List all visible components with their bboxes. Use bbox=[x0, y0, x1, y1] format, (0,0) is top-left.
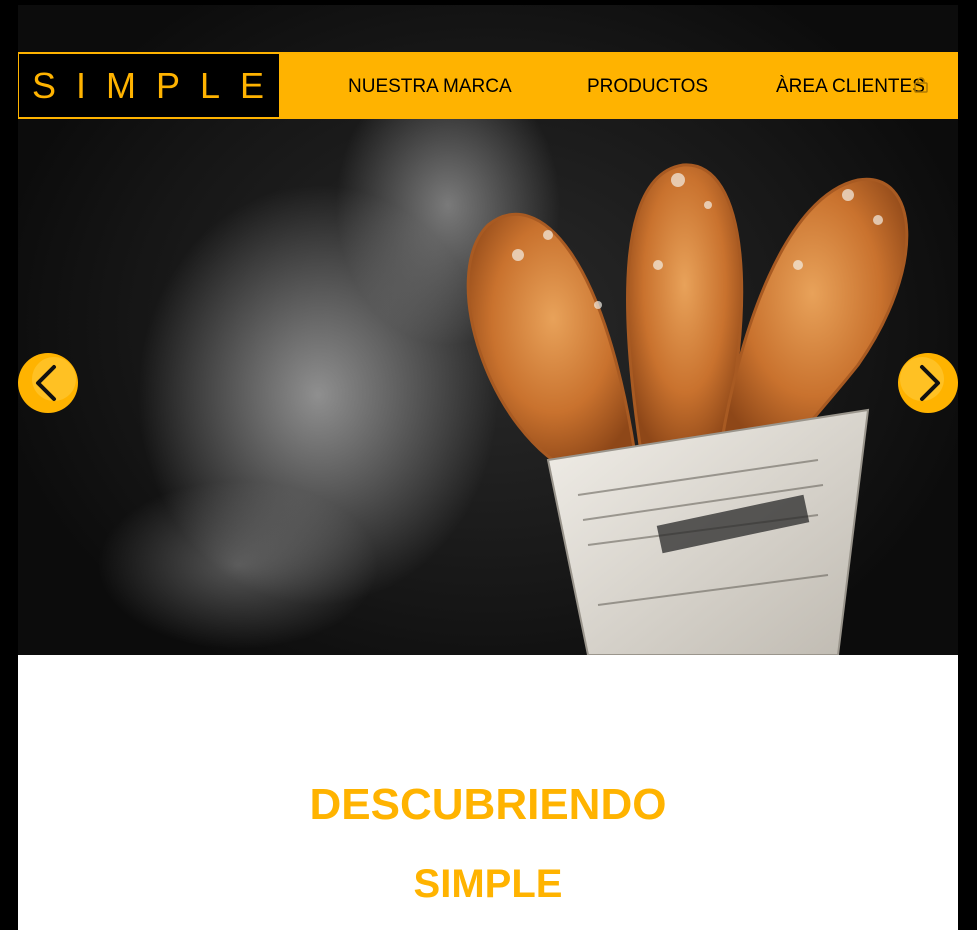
main-nav: NUESTRA MARCA PRODUCTOS ÀREA CLIENTES bbox=[280, 52, 958, 119]
site-header: SIMPLE NUESTRA MARCA PRODUCTOS ÀREA CLIE… bbox=[18, 52, 958, 119]
lock-icon[interactable] bbox=[914, 77, 928, 93]
hero-slider: SIMPLE NUESTRA MARCA PRODUCTOS ÀREA CLIE… bbox=[18, 5, 958, 655]
page: SIMPLE NUESTRA MARCA PRODUCTOS ÀREA CLIE… bbox=[18, 5, 958, 930]
chevron-right-icon bbox=[898, 353, 958, 413]
nav-item-area-clientes[interactable]: ÀREA CLIENTES bbox=[776, 76, 925, 98]
section-subtitle: SIMPLE bbox=[413, 862, 563, 906]
nav-item-nuestra-marca[interactable]: NUESTRA MARCA bbox=[348, 76, 512, 98]
slider-next-button[interactable] bbox=[898, 353, 958, 413]
chevron-left-icon bbox=[18, 353, 78, 413]
logo-text: SIMPLE bbox=[31, 64, 285, 106]
nav-item-productos[interactable]: PRODUCTOS bbox=[587, 76, 708, 98]
section-title: DESCUBRIENDO bbox=[309, 780, 667, 829]
slider-prev-button[interactable] bbox=[18, 353, 78, 413]
logo[interactable]: SIMPLE bbox=[18, 53, 280, 118]
